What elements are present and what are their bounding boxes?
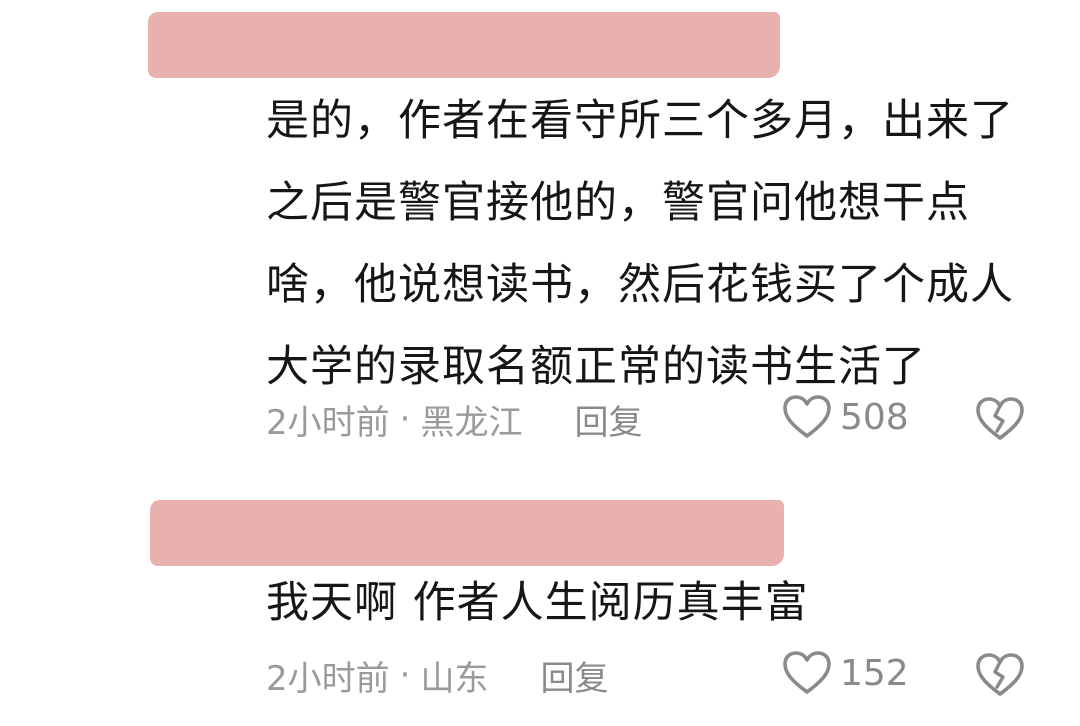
like-count: 152 [840,652,909,694]
like-count: 508 [840,396,909,438]
comment-time: 2小时前 [266,402,390,443]
redacted-username [150,500,784,566]
dislike-button[interactable] [975,652,1025,702]
dislike-button[interactable] [975,396,1025,446]
comment-meta: 2小时前 · 山东 回复 [266,650,1040,700]
comment-location: 黑龙江 [420,402,523,443]
meta-separator: · [399,655,411,695]
redacted-username [148,12,780,78]
comment-location: 山东 [420,658,489,699]
meta-separator: · [399,399,411,439]
reply-button[interactable]: 回复 [574,395,642,444]
like-button[interactable]: 508 [782,394,909,440]
comment-text: 我天啊 作者人生阅历真丰富 [266,578,809,628]
like-button[interactable]: 152 [782,650,909,696]
heart-outline-icon [782,650,832,696]
comment-time: 2小时前 [266,658,390,699]
heart-outline-icon [782,394,832,440]
comment-text: 是的，作者在看守所三个多月，出来了 之后是警官接他的，警官问他想干点 啥，他说想… [266,96,1014,392]
comment-meta: 2小时前 · 黑龙江 回复 [266,394,1040,444]
broken-heart-icon [975,396,1025,442]
reply-button[interactable]: 回复 [540,651,608,700]
broken-heart-icon [975,652,1025,698]
